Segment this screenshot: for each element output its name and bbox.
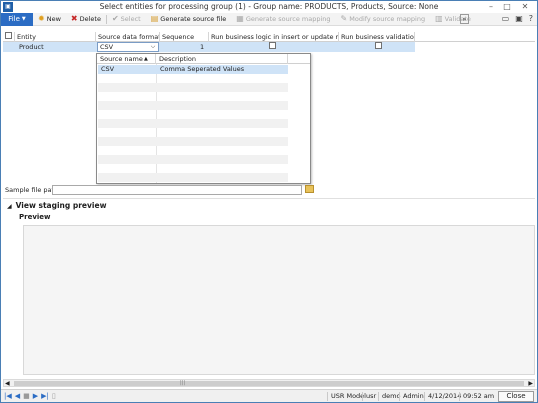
column-header-run-business-validations[interactable]: Run business validations: [339, 32, 415, 42]
lookup-empty-row: [98, 155, 288, 164]
scroll-right-icon[interactable]: ▶: [528, 380, 533, 387]
column-header-run-business-logic[interactable]: Run business logic in insert or update m…: [209, 32, 339, 42]
preview-area: [23, 225, 535, 375]
close-button[interactable]: Close: [498, 391, 534, 402]
preview-label: Preview: [19, 213, 51, 221]
more-actions-button[interactable]: »: [460, 14, 469, 24]
generate-source-file-button[interactable]: ▤ Generate source file: [146, 13, 232, 26]
lookup-description-cell: Comma Seperated Values: [160, 65, 245, 73]
select-all-column: [3, 32, 15, 42]
attachment-icon[interactable]: ▯: [52, 392, 56, 401]
source-data-format-combobox[interactable]: CSV ⌵: [97, 42, 159, 52]
run-business-validations-checkbox[interactable]: [375, 42, 382, 49]
source-data-format-value: CSV: [100, 43, 114, 51]
sequence-cell[interactable]: 1: [198, 42, 204, 52]
help-icon[interactable]: ?: [529, 14, 533, 23]
minimize-button[interactable]: –: [483, 1, 499, 12]
lookup-header: Source name ▲ Description: [97, 54, 310, 64]
next-record-icon[interactable]: ▶: [33, 392, 38, 401]
window-title: Select entities for processing group (1)…: [99, 2, 439, 11]
validate-button[interactable]: ▥ Validate: [430, 13, 476, 26]
scroll-left-icon[interactable]: ◀: [5, 380, 10, 387]
generate-file-icon: ▤: [150, 14, 159, 23]
checkmark-icon: ✔: [111, 14, 119, 23]
window-controls: – □ ✕: [483, 1, 535, 12]
maximize-button[interactable]: □: [499, 1, 515, 12]
pencil-icon: ✎: [340, 14, 348, 23]
title-bar: ▣ Select entities for processing group (…: [1, 1, 537, 13]
lookup-empty-row: [98, 137, 288, 146]
run-business-validations-cell: [373, 42, 382, 52]
fasttab-title: View staging preview: [15, 201, 107, 210]
lookup-column-source-name[interactable]: Source name ▲: [97, 54, 156, 64]
validate-icon: ▥: [435, 14, 443, 23]
delete-button[interactable]: ✖ Delete: [66, 13, 106, 26]
toolbar-right-icons: ▭ ▣ ?: [502, 14, 533, 23]
mapping-icon: ▦: [236, 14, 244, 23]
chevron-down-icon[interactable]: ⌵: [149, 43, 157, 51]
previous-record-icon[interactable]: ◀: [15, 392, 20, 401]
generate-source-file-label: Generate source file: [160, 15, 227, 23]
first-record-icon[interactable]: |◀: [4, 392, 12, 401]
delete-icon: ✖: [70, 14, 78, 23]
lookup-empty-row: [98, 173, 288, 182]
status-user: Admin: [399, 392, 427, 401]
scrollbar-thumb[interactable]: [14, 381, 524, 386]
sort-ascending-icon: ▲: [144, 56, 148, 62]
lookup-column-description[interactable]: Description: [156, 54, 288, 64]
lookup-empty-row: [98, 101, 288, 110]
column-header-sequence[interactable]: Sequence: [160, 32, 209, 42]
entity-cell[interactable]: Product: [17, 42, 44, 52]
delete-label: Delete: [79, 15, 101, 23]
new-label: New: [46, 15, 61, 23]
record-navigation: |◀ ◀ ■ ▶ ▶| ▯: [4, 392, 56, 401]
column-header-source-data-format[interactable]: Source data format: [96, 32, 160, 42]
stop-icon[interactable]: ■: [23, 392, 30, 401]
run-business-logic-cell: [267, 42, 276, 52]
status-time: 09:52 am: [459, 392, 497, 401]
modify-source-mapping-label: Modify source mapping: [349, 15, 426, 23]
lookup-empty-row: [98, 119, 288, 128]
select-all-checkbox[interactable]: [5, 32, 12, 39]
view-staging-preview-fasttab[interactable]: ◢ View staging preview: [7, 201, 107, 210]
filter-icon[interactable]: ▭: [502, 14, 510, 23]
collapse-triangle-icon: ◢: [7, 203, 12, 210]
modify-source-mapping-button[interactable]: ✎ Modify source mapping: [336, 13, 431, 26]
chevron-down-icon: ▼: [21, 16, 26, 22]
sample-file-path-input[interactable]: [52, 185, 302, 195]
new-icon: ✹: [38, 14, 45, 23]
lookup-empty-row: [98, 83, 288, 92]
status-bar: |◀ ◀ ■ ▶ ▶| ▯ USR Model usr demo Admin 4…: [1, 389, 537, 402]
generate-source-mapping-button[interactable]: ▦ Generate source mapping: [231, 13, 335, 26]
file-label: File: [8, 15, 20, 23]
last-record-icon[interactable]: ▶|: [41, 392, 49, 401]
close-window-button[interactable]: ✕: [515, 1, 535, 12]
action-pane: File ▼ ✹ New ✖ Delete ✔ Select ▤ Generat…: [1, 12, 537, 26]
horizontal-scrollbar[interactable]: ◀ ||| ▶: [3, 379, 535, 387]
dialog-window: ▣ Select entities for processing group (…: [0, 0, 538, 403]
select-label: Select: [120, 15, 141, 23]
lookup-row[interactable]: CSV Comma Seperated Values: [98, 65, 288, 74]
scrollbar-grip-icon: |||: [180, 380, 186, 386]
personalize-icon[interactable]: ▣: [515, 14, 523, 23]
grid-header: Entity Source data format Sequence Run b…: [3, 32, 535, 42]
status-layer: usr: [362, 392, 379, 401]
column-header-entity[interactable]: Entity: [15, 32, 96, 42]
table-row[interactable]: [3, 42, 415, 52]
lookup-source-name-cell: CSV: [101, 65, 115, 73]
lookup-source-name-label: Source name: [100, 55, 143, 63]
new-button[interactable]: ✹ New: [33, 13, 66, 26]
file-menu-button[interactable]: File ▼: [1, 12, 33, 26]
folder-icon[interactable]: [305, 185, 314, 193]
source-format-lookup: Source name ▲ Description CSV Comma Sepe…: [96, 53, 311, 184]
generate-source-mapping-label: Generate source mapping: [245, 15, 331, 23]
run-business-logic-checkbox[interactable]: [269, 42, 276, 49]
section-divider: [3, 198, 535, 199]
select-button[interactable]: ✔ Select: [107, 13, 146, 26]
